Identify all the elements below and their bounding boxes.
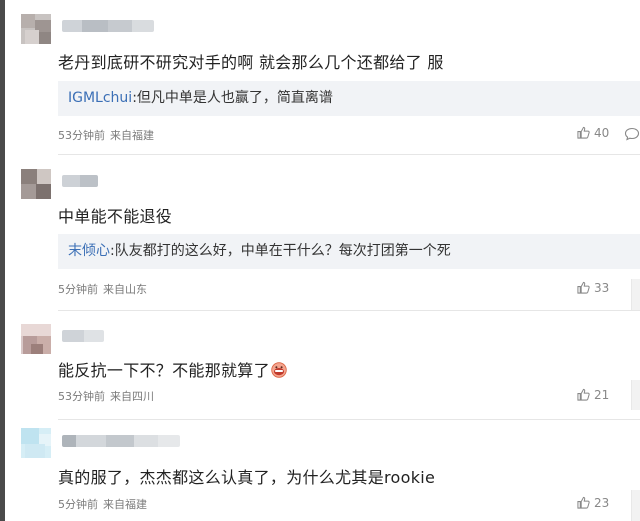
thumbs-up-icon [577,388,590,401]
avatar[interactable] [21,324,51,354]
comment-meta: 53分钟前 来自福建 [58,127,154,143]
username-blurred[interactable] [62,435,180,447]
comment-time: 53分钟前 [58,129,105,142]
comment-meta: 5分钟前 来自福建 [58,496,147,512]
comment-item: 真的服了，杰杰都这么认真了，为什么尤其是rookie 5分钟前 来自福建 23 [5,420,640,521]
thumbs-up-icon [577,496,590,509]
like-button[interactable]: 33 [577,281,609,295]
quoted-username-link[interactable]: 末倾心 [58,243,110,259]
comment-location: 来自福建 [110,129,154,142]
thumbs-up-icon [577,281,590,294]
scrollbar-track[interactable] [631,490,640,521]
comment-item: 老丹到底研不研究对手的啊 就会那么几个还都给了 服 IGMLchui:但凡中单是… [5,0,640,155]
username-blurred[interactable] [62,330,104,342]
comment-meta: 5分钟前 来自山东 [58,281,147,297]
quoted-username-link[interactable]: IGMLchui [58,90,132,106]
like-button[interactable]: 21 [577,388,609,402]
like-count: 23 [594,496,610,510]
comment-location: 来自福建 [103,498,147,511]
comment-text: 能反抗一下不？不能那就算了 [58,357,287,381]
avatar[interactable] [21,428,51,458]
username-blurred[interactable] [62,20,154,32]
scrollbar-track[interactable] [631,279,640,310]
comment-item: 中单能不能退役 末倾心:队友都打的这么好，中单在干什么？每次打团第一个死 5分钟… [5,155,640,311]
avatar[interactable] [21,14,51,44]
comment-item: 能反抗一下不？不能那就算了 53分钟前 来自四川 21 [5,310,640,420]
like-count: 40 [594,126,610,140]
comment-text: 老丹到底研不研究对手的啊 就会那么几个还都给了 服 [58,53,444,72]
comment-text: 中单能不能退役 [58,207,173,226]
quoted-text: :但凡中单是人也赢了，简直离谱 [132,90,333,106]
quoted-text: :队友都打的这么好，中单在干什么？每次打团第一个死 [110,243,451,259]
comment-time: 5分钟前 [58,498,98,511]
comment-text-body: 能反抗一下不？不能那就算了 [58,361,270,380]
like-count: 21 [594,388,610,402]
like-button[interactable]: 23 [577,496,609,510]
username-blurred[interactable] [62,175,98,187]
grinning-face-emoji-icon [271,362,287,378]
thumbs-up-icon [577,126,590,139]
comment-time: 53分钟前 [58,390,105,403]
comment-bubble-icon [624,127,640,141]
reply-button[interactable] [624,126,640,145]
scrollbar-track[interactable] [631,380,640,410]
comment-time: 5分钟前 [58,283,98,296]
avatar[interactable] [21,169,51,199]
comment-meta: 53分钟前 来自四川 [58,388,154,404]
comment-feed: 老丹到底研不研究对手的啊 就会那么几个还都给了 服 IGMLchui:但凡中单是… [0,0,640,521]
like-count: 33 [594,281,610,295]
like-button[interactable]: 40 [577,126,609,140]
quoted-reply: 末倾心:队友都打的这么好，中单在干什么？每次打团第一个死 [58,234,640,269]
comment-location: 来自四川 [110,390,154,403]
comment-text: 真的服了，杰杰都这么认真了，为什么尤其是rookie [58,468,436,487]
quoted-reply: IGMLchui:但凡中单是人也赢了，简直离谱 [58,81,640,116]
comment-location: 来自山东 [103,283,147,296]
